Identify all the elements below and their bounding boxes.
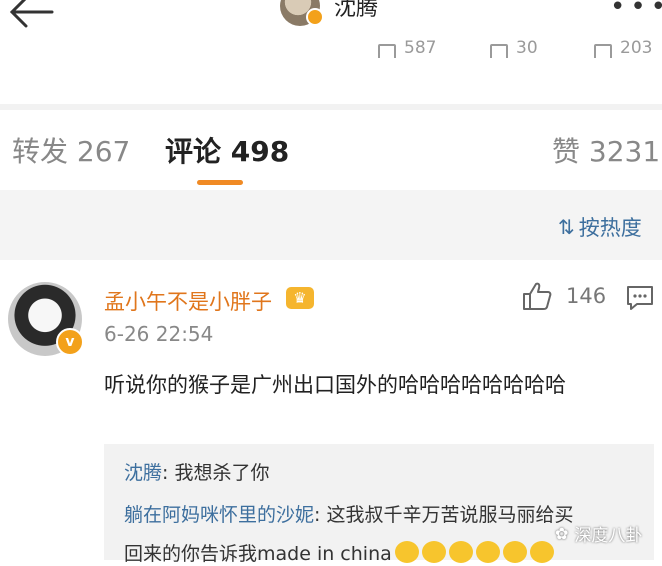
- tab-comment[interactable]: 评论 498: [165, 130, 289, 170]
- active-tab-indicator: [197, 180, 243, 185]
- verified-badge-icon: v: [56, 328, 84, 356]
- comment-like-count: 146: [566, 284, 607, 308]
- reply-icon[interactable]: [625, 284, 655, 312]
- comment-icon: [490, 44, 508, 58]
- tab-like-label: 赞: [552, 135, 581, 168]
- thumbs-up-icon[interactable]: [521, 281, 553, 311]
- comment-action[interactable]: 30: [490, 38, 538, 58]
- tab-repost-label: 转发: [12, 135, 69, 168]
- comment-text: 听说你的猴子是广州出口国外的哈哈哈哈哈哈哈哈: [104, 373, 566, 397]
- reply-item[interactable]: 躺在阿妈咪怀里的沙妮: 这我叔千辛万苦说服马丽给买: [124, 500, 573, 527]
- reply-author[interactable]: 沈腾: [124, 462, 162, 484]
- tab-repost-count: 267: [76, 135, 131, 168]
- watermark-text: 深度八卦: [574, 526, 643, 546]
- comment-action-count: 30: [516, 38, 538, 58]
- reply-item[interactable]: 沈腾: 我想杀了你: [124, 458, 269, 485]
- repost-icon: [378, 44, 396, 58]
- reply-text: 这我叔千辛万苦说服马丽给买: [326, 504, 574, 526]
- like-icon: [594, 44, 612, 58]
- like-action-count: 203: [620, 38, 653, 58]
- sort-button[interactable]: ⇅ 按热度: [558, 212, 642, 242]
- tab-like[interactable]: 赞 3231: [552, 130, 660, 170]
- tab-comment-label: 评论: [165, 135, 222, 168]
- reply-text: 我想杀了你: [174, 462, 270, 484]
- repost-action-count: 587: [404, 38, 437, 58]
- vip-crown-icon: ♛: [286, 287, 314, 309]
- like-action[interactable]: 203: [594, 38, 652, 58]
- comment-username[interactable]: 孟小午不是小胖子: [104, 286, 272, 316]
- watermark: ✿ 深度八卦: [555, 521, 642, 546]
- tab-like-count: 3231: [588, 135, 661, 168]
- reply-author[interactable]: 躺在阿妈咪怀里的沙妮: [124, 504, 314, 526]
- page-title: 沈腾: [334, 0, 379, 21]
- more-dots-icon[interactable]: •••: [610, 0, 662, 20]
- reply-separator: :: [162, 462, 175, 484]
- top-bar: [0, 0, 662, 48]
- reply-item: 回来的你告诉我made in china: [124, 539, 554, 566]
- tab-comment-count: 498: [230, 135, 290, 168]
- comment-timestamp: 6-26 22:54: [104, 322, 214, 346]
- sort-icon: ⇅: [558, 215, 575, 239]
- repost-action[interactable]: 587: [378, 38, 436, 58]
- verified-badge-icon: [306, 8, 324, 26]
- reply-text: 回来的你告诉我made in china: [124, 543, 392, 565]
- sort-label: 按热度: [578, 216, 642, 240]
- tab-repost[interactable]: 转发 267: [12, 130, 130, 170]
- post-footer: [0, 58, 662, 106]
- back-arrow-icon[interactable]: [4, 0, 58, 30]
- reply-separator: :: [314, 504, 327, 526]
- wechat-icon: ✿: [555, 524, 569, 543]
